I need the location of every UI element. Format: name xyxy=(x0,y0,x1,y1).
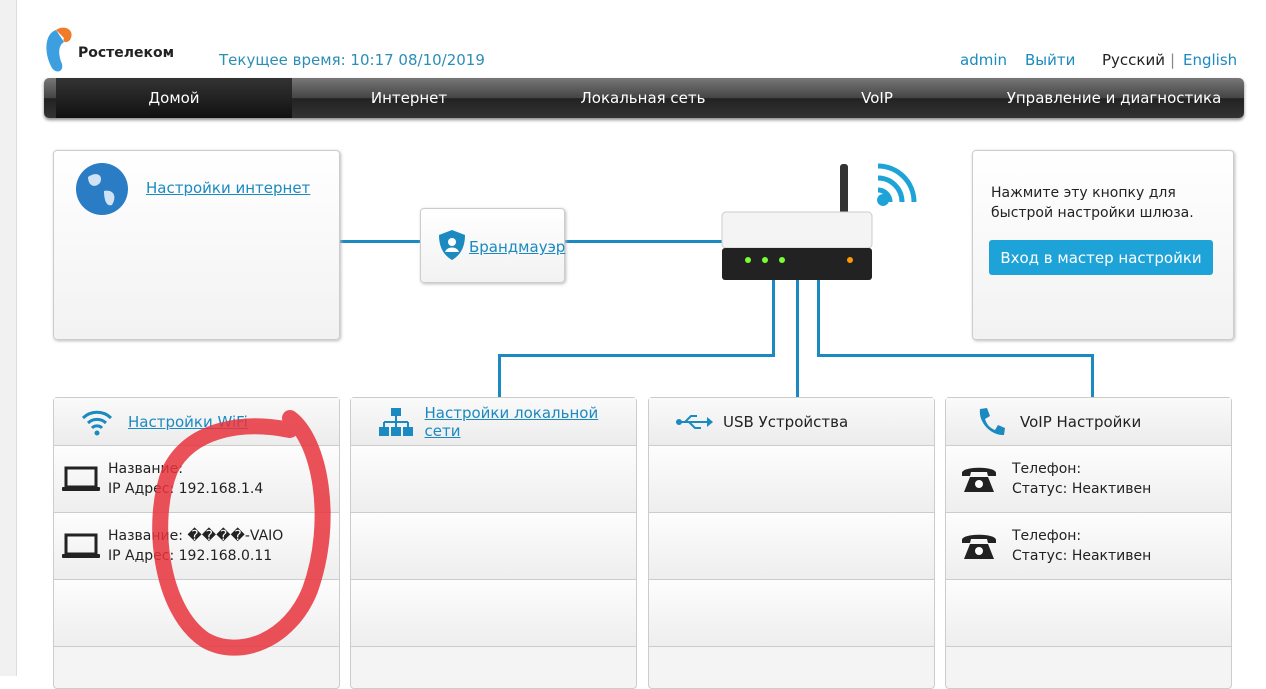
usb-icon xyxy=(675,412,713,432)
device-ip: IP Адрес: 192.168.0.11 xyxy=(108,546,283,566)
telephone-icon xyxy=(960,531,998,561)
phone-status: Статус: Неактивен xyxy=(1012,546,1151,566)
wifi-icon xyxy=(80,407,114,437)
admin-link[interactable]: admin xyxy=(960,51,1007,69)
device-row[interactable]: Название: IP Адрес: 192.168.1.4 xyxy=(54,446,339,513)
nav-home[interactable]: Домой xyxy=(56,78,292,118)
phone-name: Телефон: xyxy=(1012,526,1151,546)
laptop-icon xyxy=(61,465,101,493)
device-name: Название: xyxy=(108,459,263,479)
device-name: Название: ����-VAIO xyxy=(108,526,283,546)
nav-lan[interactable]: Локальная сеть xyxy=(526,78,760,118)
network-icon xyxy=(379,407,413,437)
voip-panel: VoIP Настройки Телефон: Статус: Неактивен… xyxy=(945,397,1232,689)
firewall-link[interactable]: Брандмауэр xyxy=(469,238,565,256)
nav-internet[interactable]: Интернет xyxy=(292,78,526,118)
logout-link[interactable]: Выйти xyxy=(1025,51,1075,69)
empty-row xyxy=(351,580,636,647)
phone-icon xyxy=(976,407,1006,437)
usb-panel: USB Устройства xyxy=(648,397,935,689)
wifi-settings-link[interactable]: Настройки WiFi xyxy=(128,413,248,431)
router-icon xyxy=(718,162,933,284)
lang-separator: | xyxy=(1170,51,1175,69)
empty-row xyxy=(351,446,636,513)
device-ip: IP Адрес: 192.168.1.4 xyxy=(108,479,263,499)
shield-icon xyxy=(437,229,467,261)
phone-status: Статус: Неактивен xyxy=(1012,479,1151,499)
nav-voip[interactable]: VoIP xyxy=(760,78,994,118)
empty-row xyxy=(649,446,934,513)
empty-row xyxy=(351,513,636,580)
voip-title: VoIP Настройки xyxy=(1020,413,1141,431)
empty-row xyxy=(649,513,934,580)
usb-title: USB Устройства xyxy=(723,413,848,431)
left-margin xyxy=(0,0,17,676)
wifi-panel: Настройки WiFi Название: IP Адрес: 192.16… xyxy=(53,397,340,689)
setup-wizard-button[interactable]: Вход в мастер настройки xyxy=(989,240,1213,275)
phone-row[interactable]: Телефон: Статус: Неактивен xyxy=(946,513,1231,580)
lan-panel: Настройки локальной сети xyxy=(350,397,637,689)
brand-name: Ростелеком xyxy=(78,45,174,61)
telephone-icon xyxy=(960,464,998,494)
empty-row xyxy=(946,580,1231,647)
internet-settings-link[interactable]: Настройки интернет xyxy=(146,179,310,197)
firewall-box: Брандмауэр xyxy=(420,208,565,283)
main-nav: Домой Интернет Локальная сеть VoIP Управ… xyxy=(44,78,1244,118)
lan-settings-link[interactable]: Настройки локальной сети xyxy=(425,404,636,440)
wizard-box: Нажмите эту кнопку для быстрой настройки… xyxy=(972,150,1234,340)
lang-russian[interactable]: Русский xyxy=(1102,51,1165,69)
wizard-text: Нажмите эту кнопку для быстрой настройки… xyxy=(991,183,1211,223)
phone-row[interactable]: Телефон: Статус: Неактивен xyxy=(946,446,1231,513)
lang-english[interactable]: English xyxy=(1183,51,1237,69)
internet-box: Настройки интернет xyxy=(53,150,340,340)
laptop-icon xyxy=(61,532,101,560)
phone-name: Телефон: xyxy=(1012,459,1151,479)
empty-row xyxy=(54,580,339,647)
device-row[interactable]: Название: ����-VAIO IP Адрес: 192.168.0.… xyxy=(54,513,339,580)
empty-row xyxy=(649,580,934,647)
nav-management[interactable]: Управление и диагностика xyxy=(994,78,1234,118)
globe-icon xyxy=(74,161,130,217)
current-time: Текущее время: 10:17 08/10/2019 xyxy=(219,51,485,69)
